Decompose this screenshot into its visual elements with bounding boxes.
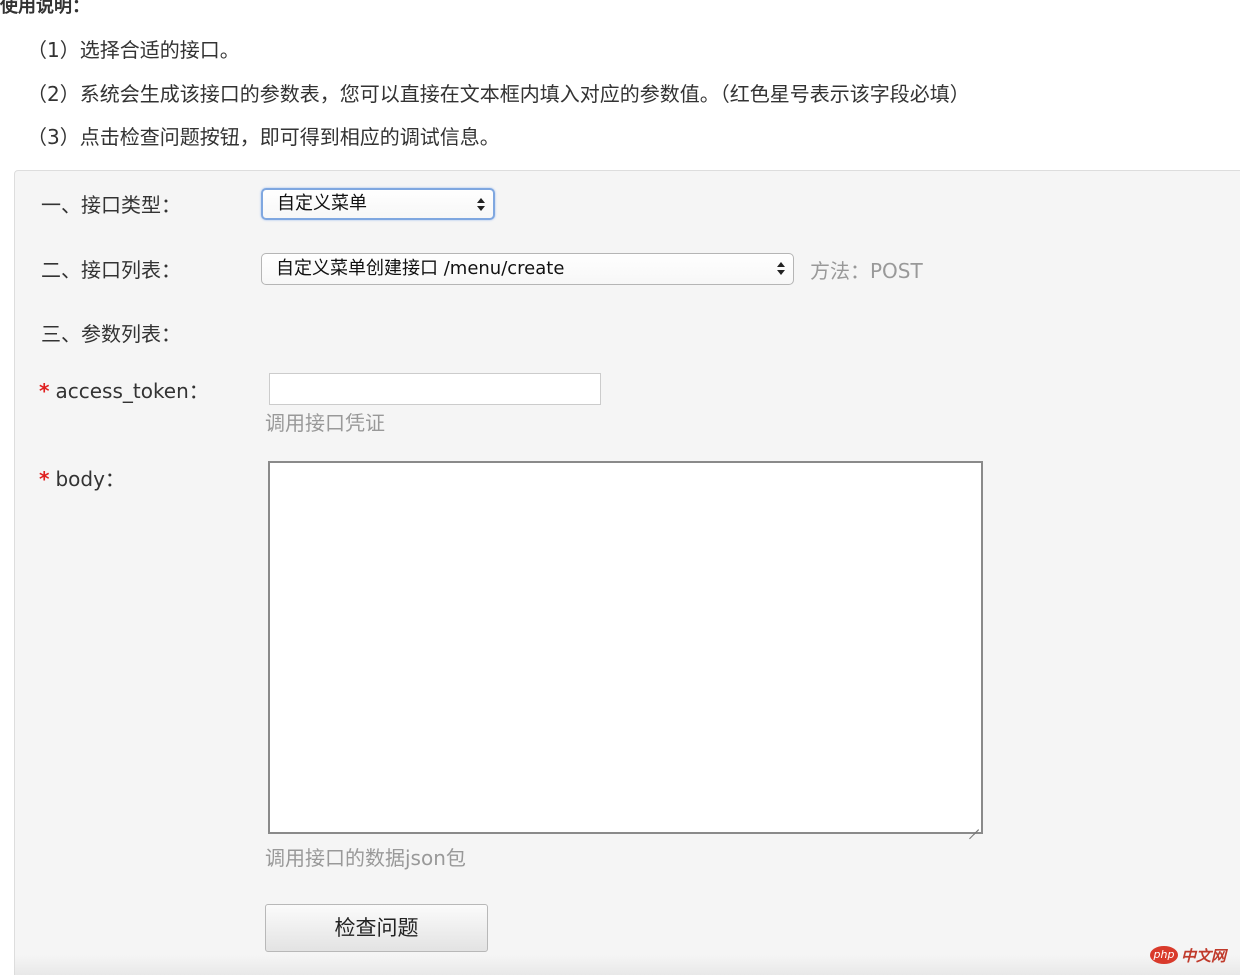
watermark-text: 中文网	[1181, 946, 1227, 965]
body-textarea[interactable]	[268, 461, 983, 834]
interface-list-selected-value: 自定义菜单创建接口 /menu/create	[276, 258, 565, 279]
params-label: 三、参数列表：	[41, 322, 181, 346]
body-label-text: body：	[55, 467, 125, 491]
usage-step-3: （3）点击检查问题按钮，即可得到相应的调试信息。	[27, 125, 500, 149]
access-token-hint: 调用接口凭证	[265, 411, 385, 435]
select-arrows-icon	[477, 198, 485, 212]
php-logo-icon: php	[1150, 946, 1178, 964]
interface-type-label: 一、接口类型：	[41, 193, 181, 217]
method-text: 方法：POST	[810, 259, 923, 283]
bottom-shade	[14, 955, 1240, 975]
usage-step-2: （2）系统会生成该接口的参数表，您可以直接在文本框内填入对应的参数值。（红色星号…	[27, 82, 970, 106]
interface-type-selected-value: 自定义菜单	[277, 193, 367, 214]
select-arrows-icon	[777, 262, 785, 276]
required-star: *	[39, 467, 50, 491]
access-token-label: * access_token：	[39, 375, 209, 404]
page: 使用说明： （1）选择合适的接口。 （2）系统会生成该接口的参数表，您可以直接在…	[0, 0, 1240, 975]
interface-list-label: 二、接口列表：	[41, 258, 181, 282]
interface-type-select[interactable]: 自定义菜单	[261, 188, 495, 220]
body-hint: 调用接口的数据json包	[265, 846, 466, 870]
required-star: *	[39, 379, 50, 403]
access-token-input[interactable]	[269, 373, 601, 405]
body-label: * body：	[39, 463, 125, 492]
usage-title: 使用说明：	[0, 0, 90, 17]
interface-list-select[interactable]: 自定义菜单创建接口 /menu/create	[261, 253, 794, 285]
check-problem-button[interactable]: 检查问题	[265, 904, 488, 952]
resize-handle-icon[interactable]	[969, 820, 979, 830]
usage-step-1: （1）选择合适的接口。	[27, 38, 240, 62]
watermark: php 中文网	[1150, 944, 1226, 966]
access-token-label-text: access_token：	[55, 379, 209, 403]
debug-form-panel: 一、接口类型： 自定义菜单 二、接口列表： 自定义菜单创建接口 /menu/cr…	[14, 170, 1240, 975]
